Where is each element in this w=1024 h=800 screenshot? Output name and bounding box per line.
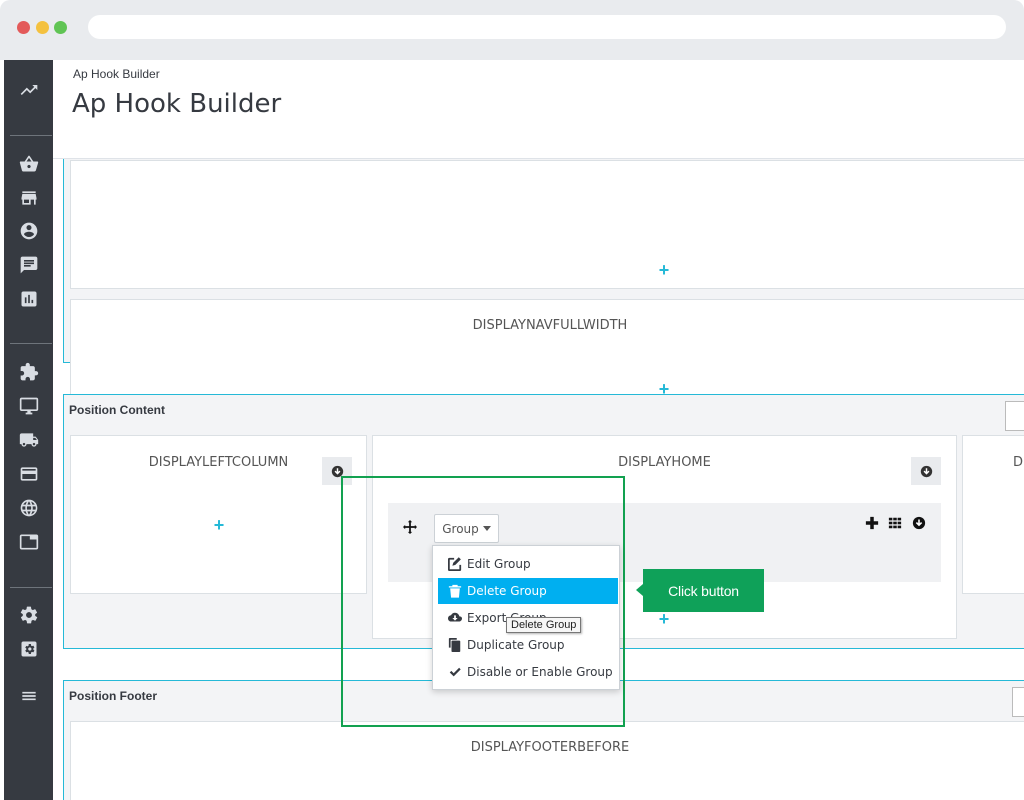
- hook-download-button[interactable]: [911, 457, 941, 485]
- hook-box-partial: D: [962, 435, 1024, 594]
- download-icon: [920, 465, 932, 477]
- check-icon: [449, 667, 461, 677]
- minimize-window-button[interactable]: [36, 21, 49, 34]
- hook-name: DISPLAYHOME: [618, 455, 711, 470]
- customer-icon[interactable]: [4, 219, 53, 243]
- hook-box-top: +: [70, 160, 1024, 289]
- grid-icon[interactable]: [887, 515, 903, 531]
- section-action-button[interactable]: [1012, 687, 1024, 717]
- maximize-window-button[interactable]: [54, 21, 67, 34]
- menu-item-duplicate-group[interactable]: Duplicate Group: [438, 632, 618, 658]
- menu-icon[interactable]: [4, 684, 53, 708]
- advanced-settings-icon[interactable]: [4, 637, 53, 661]
- basket-icon[interactable]: [4, 152, 53, 176]
- menu-item-delete-group[interactable]: Delete Group: [438, 578, 618, 604]
- stats-icon[interactable]: [4, 287, 53, 311]
- hook-box-displayleftcolumn: DISPLAYLEFTCOLUMN +: [70, 435, 367, 594]
- copy-icon: [448, 638, 461, 652]
- sidebar: [4, 60, 53, 800]
- page-title: Ap Hook Builder: [72, 89, 282, 119]
- breadcrumb[interactable]: Ap Hook Builder: [73, 67, 160, 81]
- section-action-button[interactable]: [1005, 401, 1024, 431]
- truck-icon[interactable]: [4, 428, 53, 452]
- menu-item-disable-enable-group[interactable]: Disable or Enable Group: [438, 659, 618, 685]
- download-icon[interactable]: [911, 515, 927, 531]
- menu-item-label: Delete Group: [467, 584, 547, 598]
- sidebar-divider: [10, 135, 52, 136]
- add-column-icon[interactable]: [864, 515, 880, 531]
- section-title: Position Content: [69, 403, 165, 417]
- hook-name: D: [1013, 455, 1024, 470]
- address-bar[interactable]: [88, 15, 1006, 39]
- page-header: Ap Hook Builder Ap Hook Builder: [53, 60, 1024, 159]
- sidebar-divider: [10, 343, 52, 344]
- menu-item-label: Disable or Enable Group: [467, 665, 613, 679]
- hook-name: DISPLAYNAVFULLWIDTH: [472, 318, 628, 333]
- hook-name: DISPLAYFOOTERBEFORE: [470, 740, 630, 755]
- hook-box-displayfooterbefore: DISPLAYFOOTERBEFORE: [70, 721, 1024, 800]
- puzzle-icon[interactable]: [4, 360, 53, 384]
- window-icon[interactable]: [4, 530, 53, 554]
- message-icon[interactable]: [4, 253, 53, 277]
- menu-item-label: Duplicate Group: [467, 638, 565, 652]
- section-title: Position Footer: [69, 689, 157, 703]
- settings-icon[interactable]: [4, 603, 53, 627]
- trash-icon: [448, 584, 462, 598]
- menu-item-edit-group[interactable]: Edit Group: [438, 551, 618, 577]
- hook-box-displaynavfullwidth: DISPLAYNAVFULLWIDTH +: [70, 299, 1024, 409]
- browser-chrome: [0, 0, 1024, 60]
- store-icon[interactable]: [4, 186, 53, 210]
- add-group-icon[interactable]: +: [657, 261, 671, 279]
- edit-icon: [448, 557, 462, 571]
- instruction-callout: Click button: [636, 569, 764, 612]
- trending-up-icon[interactable]: [4, 78, 53, 102]
- cloud-download-icon: [448, 612, 462, 622]
- menu-item-label: Edit Group: [467, 557, 531, 571]
- add-group-icon[interactable]: +: [657, 610, 671, 628]
- tooltip: Delete Group: [506, 617, 582, 633]
- monitor-icon[interactable]: [4, 394, 53, 418]
- credit-card-icon[interactable]: [4, 462, 53, 486]
- globe-icon[interactable]: [4, 496, 53, 520]
- sidebar-divider: [10, 587, 52, 588]
- add-group-icon[interactable]: +: [212, 516, 226, 534]
- close-window-button[interactable]: [17, 21, 30, 34]
